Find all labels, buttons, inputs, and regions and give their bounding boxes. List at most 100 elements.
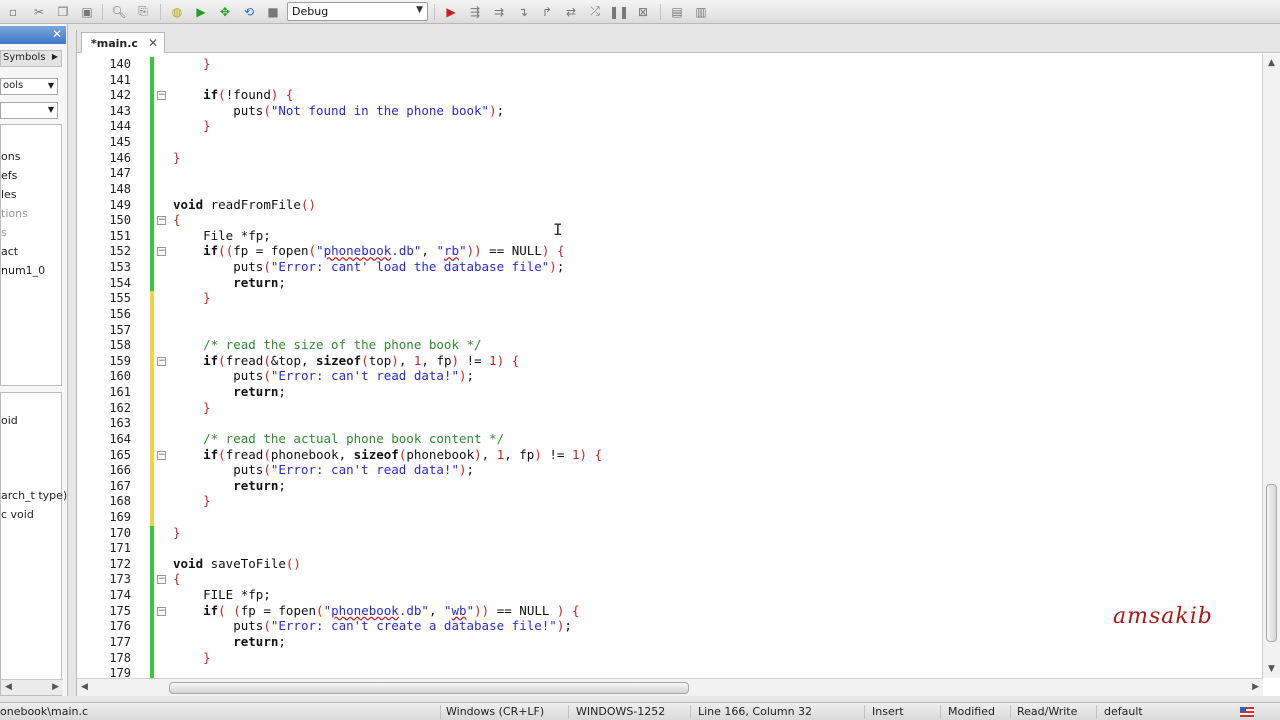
build-config-select[interactable]: Debug ▼ [287, 2, 428, 21]
code-line[interactable]: void readFromFile() [173, 197, 316, 212]
editor-vscrollbar[interactable]: ▲ ▼ [1262, 54, 1280, 678]
delete-icon[interactable]: ✂ [30, 3, 48, 20]
scroll-up-icon[interactable]: ▲ [1268, 58, 1275, 68]
symbols-filter-select[interactable]: ools ▼ [0, 78, 58, 95]
code-line[interactable]: /* read the actual phone book content */ [173, 431, 504, 446]
hscroll-thumb[interactable] [169, 682, 689, 694]
copy-icon[interactable]: ❐ [54, 3, 72, 20]
code-line[interactable]: if((fp = fopen("phonebook.db", "rb")) ==… [173, 243, 564, 258]
paste-icon[interactable]: ▣ [78, 3, 96, 20]
sidebar-hscrollbar[interactable]: ◀ ▶ [1, 679, 63, 695]
tree-item[interactable]: tions [1, 207, 28, 220]
cut-icon[interactable]: ▫ [4, 3, 22, 20]
abort-icon[interactable]: ⊠ [634, 3, 652, 20]
scroll-right-icon[interactable]: ▶ [52, 682, 59, 692]
scroll-left-icon[interactable]: ◀ [81, 682, 88, 692]
fold-toggle-icon[interactable]: − [157, 575, 166, 585]
code-line[interactable]: FILE *fp; [173, 587, 271, 602]
change-marker [150, 275, 154, 293]
code-line[interactable]: puts("Not found in the phone book"); [173, 103, 504, 118]
replace-icon[interactable]: ⎘ [134, 3, 152, 20]
tree-item[interactable]: num1_0 [1, 264, 45, 277]
code-line[interactable]: } [173, 118, 211, 133]
list-item[interactable]: oid [1, 414, 18, 427]
fold-toggle-icon[interactable]: − [157, 450, 166, 460]
scroll-down-icon[interactable]: ▼ [1268, 664, 1275, 674]
scroll-right-icon[interactable]: ▶ [1252, 682, 1259, 692]
tab-main-c[interactable]: *main.c ✕ [81, 32, 165, 53]
symbols-search-select[interactable]: ▼ [0, 102, 58, 119]
code-line[interactable]: return; [173, 478, 286, 493]
tree-item[interactable]: act [1, 245, 18, 258]
stop-icon[interactable]: ■ [264, 3, 282, 20]
code-line[interactable]: if(fread(phonebook, sizeof(phonebook), 1… [173, 447, 602, 462]
code-line[interactable]: void saveToFile() [173, 556, 301, 571]
code-line[interactable]: puts("Error: cant' load the database fil… [173, 259, 564, 274]
vscroll-thumb[interactable] [1266, 484, 1277, 642]
debug-windows-icon[interactable]: ▤ [668, 3, 686, 20]
close-tab-icon[interactable]: ✕ [148, 36, 158, 50]
code-line[interactable]: if(fread(&top, sizeof(top), 1, fp) != 1)… [173, 353, 519, 368]
change-marker [150, 181, 154, 199]
code-line[interactable]: } [173, 650, 211, 665]
rebuild-icon[interactable]: ⟲ [240, 3, 258, 20]
code-text-area[interactable]: } if(!found) { puts("Not found in the ph… [173, 54, 1253, 676]
tree-item[interactable]: ons [1, 150, 20, 163]
code-line[interactable]: } [173, 493, 211, 508]
code-line[interactable]: if(!found) { [173, 87, 293, 102]
run-icon[interactable]: ▶ [192, 3, 210, 20]
fold-toggle-icon[interactable]: − [157, 247, 166, 257]
tree-item[interactable]: s [1, 226, 7, 239]
code-line[interactable]: { [173, 571, 181, 586]
break-icon[interactable]: ❚❚ [609, 3, 629, 20]
code-line[interactable]: puts("Error: can't read data!"); [173, 368, 474, 383]
next-line-icon[interactable]: ⇉ [490, 3, 508, 20]
list-item[interactable]: c void [1, 508, 34, 521]
line-number: 148 [109, 181, 131, 196]
build-run-icon[interactable]: ✥ [216, 3, 234, 20]
scroll-left-icon[interactable]: ◀ [5, 682, 12, 692]
code-line[interactable]: } [173, 56, 211, 71]
code-line[interactable]: File *fp; [173, 228, 271, 243]
next-instruction-icon[interactable]: ⇄ [562, 3, 580, 20]
code-line[interactable]: puts("Error: can't create a database fil… [173, 618, 572, 633]
fold-toggle-icon[interactable]: − [157, 216, 166, 226]
line-number: 165 [109, 447, 131, 462]
step-instruction-icon[interactable]: ⤮ [586, 3, 604, 20]
tree-item[interactable]: efs [1, 169, 17, 182]
code-line[interactable]: /* read the size of the phone book */ [173, 337, 481, 352]
compile-icon[interactable]: ◍ [168, 3, 186, 20]
code-line[interactable]: { [173, 212, 181, 227]
fold-toggle-icon[interactable]: − [157, 606, 166, 616]
code-line[interactable]: return; [173, 634, 286, 649]
code-line[interactable]: } [173, 290, 211, 305]
tree-item[interactable]: les [1, 188, 17, 201]
tab-symbols[interactable]: Symbols ▶ [0, 50, 62, 67]
code-line[interactable]: return; [173, 275, 286, 290]
change-marker [150, 650, 154, 668]
code-line[interactable]: puts("Error: can't read data!"); [173, 462, 474, 477]
fold-toggle-icon[interactable]: − [157, 91, 166, 101]
step-out-icon[interactable]: ↱ [538, 3, 556, 20]
list-item[interactable]: arch_t type) [1, 489, 67, 502]
line-number: 155 [109, 291, 131, 306]
chevron-right-icon[interactable]: ▶ [52, 52, 58, 61]
find-icon[interactable]: 🔍︎ [110, 3, 128, 20]
code-line[interactable]: if( (fp = fopen("phonebook.db", "wb")) =… [173, 603, 579, 618]
options-icon[interactable]: ▥ [692, 3, 710, 20]
code-line[interactable]: } [173, 150, 181, 165]
debug-icon[interactable]: ▶ [442, 3, 460, 20]
line-number-gutter[interactable]: 140 141 142−143 144 145 146 147 148 149 150−151 15… [77, 54, 166, 683]
close-icon[interactable]: ✕ [52, 27, 62, 41]
change-marker [150, 291, 154, 308]
management-panel: ✕ Symbols ▶ ools ▼ ▼ ons efs les tions s… [0, 24, 68, 696]
code-line[interactable]: } [173, 400, 211, 415]
run-to-cursor-icon[interactable]: ⇶ [466, 3, 484, 20]
line-number: 142 [109, 88, 131, 103]
editor-hscrollbar[interactable]: ◀ ▶ [77, 678, 1263, 696]
code-line[interactable]: } [173, 525, 181, 540]
fold-toggle-icon[interactable]: − [157, 356, 166, 366]
code-line[interactable]: return; [173, 384, 286, 399]
step-into-icon[interactable]: ↴ [514, 3, 532, 20]
chevron-down-icon: ▼ [47, 81, 54, 90]
